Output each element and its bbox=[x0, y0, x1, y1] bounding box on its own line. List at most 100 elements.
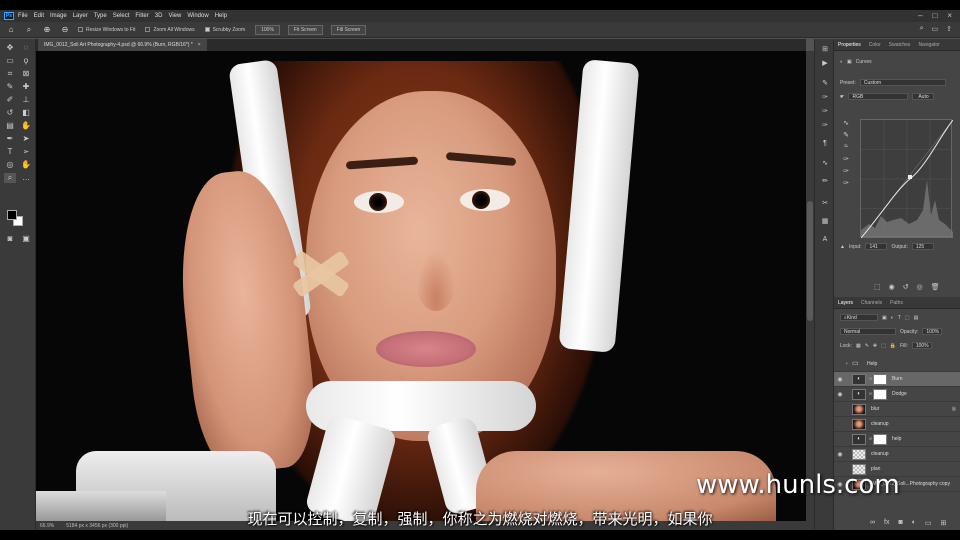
fit-screen-button[interactable]: Fit Screen bbox=[287, 24, 323, 35]
curve-point-icon[interactable]: ∿ bbox=[819, 159, 831, 169]
tab-close-icon[interactable]: × bbox=[198, 42, 201, 48]
layer-row[interactable]: ◐ ∞ help bbox=[834, 432, 960, 447]
target-adjust-icon[interactable]: ☛ bbox=[840, 94, 844, 100]
move-tool-icon[interactable]: ✥ bbox=[4, 43, 16, 53]
menu-edit[interactable]: Edit bbox=[34, 13, 44, 19]
zoom-tool-icon[interactable]: ⌕ bbox=[24, 25, 34, 35]
visibility-eye-icon[interactable]: ◉ bbox=[834, 376, 846, 383]
share-icon[interactable]: ⇪ bbox=[946, 25, 952, 33]
gradient-tool-icon[interactable]: ▤ bbox=[4, 121, 16, 131]
history-panel-icon[interactable]: ⊞ bbox=[819, 45, 831, 55]
pixel-filter-icon[interactable]: ▣ bbox=[882, 315, 887, 321]
smart-filter-icon[interactable]: ▤ bbox=[914, 315, 919, 321]
sample-gray-icon[interactable]: ✑ bbox=[840, 167, 852, 179]
more-tools-icon[interactable]: … bbox=[20, 173, 32, 183]
sample-white-icon[interactable]: ✑ bbox=[840, 179, 852, 191]
eyedropper-white-icon[interactable]: ✑ bbox=[819, 121, 831, 131]
marquee-tool-icon[interactable]: ▭ bbox=[4, 56, 16, 66]
tab-properties[interactable]: Properties bbox=[838, 42, 861, 48]
kind-filter-dropdown[interactable]: ⌕ Kind bbox=[840, 314, 878, 321]
artboard-tool-icon[interactable]: ◌ bbox=[20, 43, 32, 53]
adjust-filter-icon[interactable]: ◐ bbox=[891, 315, 894, 321]
path-select-icon[interactable]: ➤ bbox=[20, 134, 32, 144]
type-tool-icon[interactable]: T bbox=[4, 147, 16, 157]
layer-row[interactable]: › ▭ Help bbox=[834, 357, 960, 372]
eraser-tool-icon[interactable]: ◧ bbox=[20, 108, 32, 118]
black-point-icon[interactable]: ▲ bbox=[840, 244, 845, 250]
canvas-vertical-scrollbar[interactable] bbox=[806, 51, 814, 521]
edit-points-icon[interactable]: ∿ bbox=[840, 119, 852, 131]
visibility-eye-icon[interactable]: ◉ bbox=[834, 451, 846, 458]
hand-tool-icon[interactable]: ✋ bbox=[20, 160, 32, 170]
scrubby-zoom-checkbox[interactable]: Scrubby Zoom bbox=[204, 27, 245, 33]
tool-presets-icon[interactable]: ✂ bbox=[819, 199, 831, 209]
delete-icon[interactable]: 🗑 bbox=[931, 283, 940, 291]
screen-mode-icon[interactable]: ▣ bbox=[20, 234, 32, 244]
curves-graph[interactable] bbox=[860, 119, 954, 239]
crop-tool-icon[interactable]: ⌗ bbox=[4, 69, 16, 79]
reset-icon[interactable]: ↺ bbox=[903, 283, 909, 291]
resize-windows-checkbox[interactable]: Resize Windows to Fit bbox=[78, 27, 135, 33]
stamp-tool-icon[interactable]: ⊥ bbox=[20, 95, 32, 105]
zoom-out-icon[interactable]: ⊖ bbox=[60, 25, 70, 35]
blend-mode-dropdown[interactable]: Normal bbox=[840, 328, 896, 335]
actions-panel-icon[interactable]: ▶ bbox=[819, 59, 831, 69]
draw-curve-icon[interactable]: ✎ bbox=[840, 131, 852, 143]
lasso-tool-icon[interactable]: ϙ bbox=[20, 56, 32, 66]
document-tab[interactable]: IMG_0012_Soli Art Photography-4.psd @ 66… bbox=[38, 39, 207, 51]
menu-help[interactable]: Help bbox=[215, 13, 227, 19]
lock-position-icon[interactable]: ✥ bbox=[873, 343, 877, 349]
direct-select-icon[interactable]: ➢ bbox=[20, 147, 32, 157]
menu-layer[interactable]: Layer bbox=[73, 13, 88, 19]
adjust-tool-icon[interactable]: ✎ bbox=[819, 79, 831, 89]
visibility-eye-icon[interactable]: ◉ bbox=[834, 391, 846, 398]
workspace-icon[interactable]: ▭ bbox=[932, 25, 939, 33]
smooth-icon[interactable]: ≈ bbox=[840, 143, 852, 155]
layer-row[interactable]: cleanup bbox=[834, 417, 960, 432]
tab-layers[interactable]: Layers bbox=[838, 300, 853, 306]
brush-tool-icon[interactable]: ✐ bbox=[4, 95, 16, 105]
channel-dropdown[interactable]: RGB bbox=[848, 93, 909, 100]
zoom-tool-selected-icon[interactable]: ⌕ bbox=[4, 173, 16, 183]
input-field[interactable]: 141 bbox=[865, 243, 888, 250]
shape-filter-icon[interactable]: ⬚ bbox=[905, 315, 910, 321]
menu-file[interactable]: File bbox=[18, 13, 28, 19]
eyedropper-gray-icon[interactable]: ✑ bbox=[819, 107, 831, 117]
fill-field[interactable]: 100% bbox=[911, 342, 932, 349]
menu-filter[interactable]: Filter bbox=[135, 13, 148, 19]
quick-mask-icon[interactable]: ◙ bbox=[4, 234, 16, 244]
eyedropper-black-icon[interactable]: ✑ bbox=[819, 93, 831, 103]
curve-point[interactable] bbox=[908, 175, 912, 179]
close-icon[interactable]: × bbox=[947, 11, 952, 20]
layer-row[interactable]: ◉ cleanup bbox=[834, 447, 960, 462]
zoom-100-button[interactable]: 100% bbox=[255, 24, 280, 35]
document-canvas[interactable] bbox=[36, 51, 806, 521]
eyedropper-tool-icon[interactable]: ✎ bbox=[4, 82, 16, 92]
tab-swatches[interactable]: Swatches bbox=[889, 42, 911, 48]
layer-mask-thumbnail[interactable] bbox=[873, 373, 887, 385]
sample-black-icon[interactable]: ✑ bbox=[840, 155, 852, 167]
tab-navigator[interactable]: Navigator bbox=[918, 42, 939, 48]
pencil-icon[interactable]: ✏ bbox=[819, 177, 831, 187]
opacity-field[interactable]: 100% bbox=[922, 328, 943, 335]
brush-settings-icon[interactable]: ▦ bbox=[819, 217, 831, 227]
fill-screen-button[interactable]: Fill Screen bbox=[330, 24, 367, 35]
output-field[interactable]: 125 bbox=[911, 243, 934, 250]
tab-paths[interactable]: Paths bbox=[890, 300, 903, 306]
scrollbar-thumb[interactable] bbox=[807, 201, 813, 321]
zoom-in-icon[interactable]: ⊕ bbox=[42, 25, 52, 35]
shape-tool-icon[interactable]: ◎ bbox=[4, 160, 16, 170]
tab-color[interactable]: Color bbox=[869, 42, 881, 48]
lock-artboard-icon[interactable]: ⬚ bbox=[881, 343, 886, 349]
character-panel-icon[interactable]: A bbox=[819, 235, 831, 245]
smart-filter-icon[interactable]: ◎ bbox=[952, 406, 956, 412]
menu-select[interactable]: Select bbox=[113, 13, 130, 19]
tab-channels[interactable]: Channels bbox=[861, 300, 882, 306]
type-filter-icon[interactable]: T bbox=[898, 315, 901, 321]
layer-mask-thumbnail[interactable] bbox=[873, 388, 887, 400]
menu-view[interactable]: View bbox=[168, 13, 181, 19]
history-brush-icon[interactable]: ↺ bbox=[4, 108, 16, 118]
menu-3d[interactable]: 3D bbox=[155, 13, 163, 19]
pen-tool-icon[interactable]: ✒ bbox=[4, 134, 16, 144]
auto-button[interactable]: Auto bbox=[912, 93, 935, 100]
